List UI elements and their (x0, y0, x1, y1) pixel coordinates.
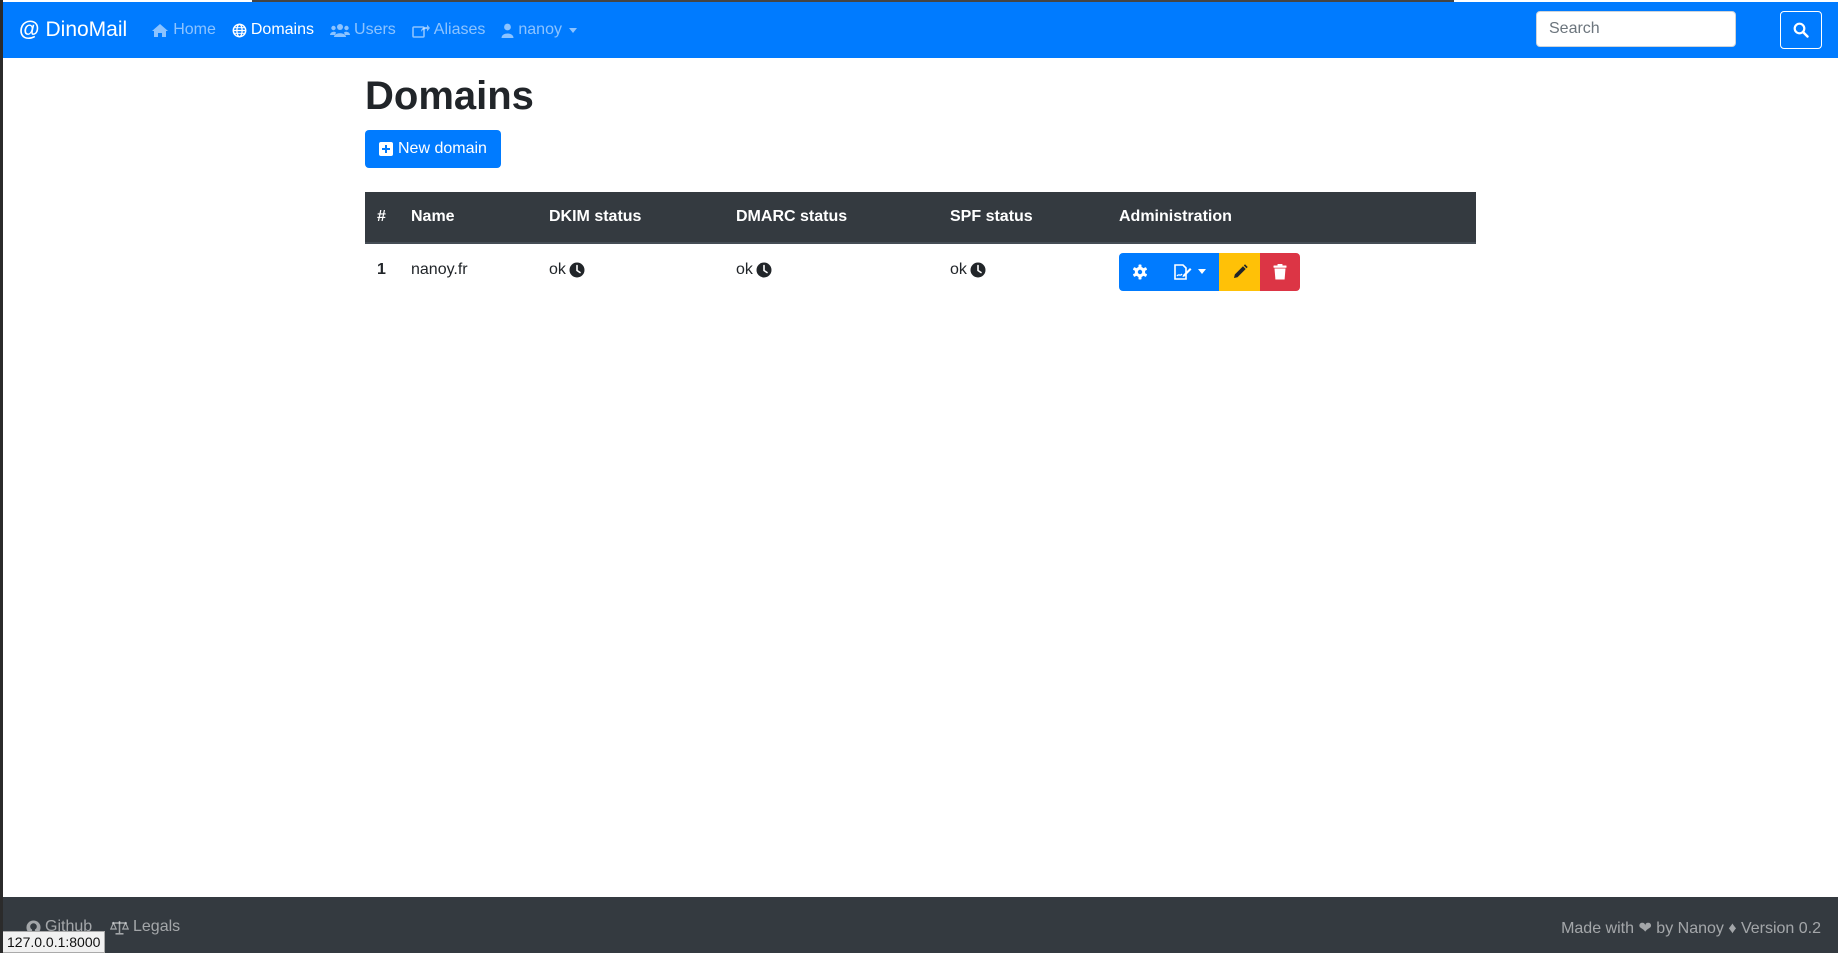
row-number: 1 (377, 261, 386, 278)
nav-user-label: nanoy (518, 21, 562, 38)
spf-status-cell: ok (938, 243, 1107, 296)
clock-icon[interactable] (569, 262, 585, 278)
nav-home-label: Home (173, 21, 216, 38)
spf-status-text: ok (950, 261, 967, 278)
dkim-status-cell: ok (537, 243, 724, 296)
new-domain-label: New domain (398, 140, 487, 157)
spf-status: ok (950, 261, 986, 279)
globe-icon (232, 23, 247, 37)
header-number: # (365, 192, 399, 244)
chevron-down-icon (1197, 269, 1206, 274)
header-administration: Administration (1107, 192, 1476, 244)
nav-domains-label: Domains (250, 21, 315, 38)
dmarc-status-text: ok (736, 261, 753, 278)
domains-table: # Name DKIM status DMARC status SPF stat… (365, 192, 1476, 296)
search-input[interactable] (1536, 11, 1736, 47)
admin-button-group (1119, 252, 1300, 291)
nav-home[interactable]: Home (151, 21, 216, 39)
brand-name: DinoMail (45, 18, 128, 41)
administration-cell (1107, 243, 1476, 296)
delete-button[interactable] (1260, 252, 1300, 291)
brand-link[interactable]: @ DinoMail (19, 18, 127, 42)
legals-label: Legals (133, 918, 181, 935)
page-title: Domains (365, 74, 534, 118)
new-domain-button[interactable]: New domain (365, 130, 501, 168)
dkim-status-text: ok (549, 261, 566, 278)
table-row: 1 nanoy.fr ok ok ok (365, 243, 1476, 296)
top-navbar: @ DinoMail Home Domains Users Aliases na… (3, 2, 1838, 58)
gear-icon (1132, 264, 1147, 279)
legals-link[interactable]: Legals (110, 918, 180, 936)
home-icon (152, 23, 169, 37)
clock-icon[interactable] (970, 262, 986, 278)
trash-icon (1273, 263, 1287, 279)
header-name: Name (399, 192, 537, 244)
dmarc-status-cell: ok (724, 243, 938, 296)
at-icon: @ (19, 18, 40, 41)
share-icon (411, 24, 430, 38)
file-signature-icon (1173, 263, 1191, 280)
records-dropdown-button[interactable] (1160, 252, 1219, 291)
plus-square-icon (379, 142, 393, 156)
main-nav: Home Domains Users Aliases nanoy (151, 21, 593, 39)
footer: Github Legals Made with ❤ by Nanoy ♦ Ver… (3, 897, 1838, 953)
status-bar-url: 127.0.0.1:8000 (3, 931, 106, 953)
header-spf: SPF status (938, 192, 1107, 244)
dmarc-status: ok (736, 261, 772, 279)
nav-users[interactable]: Users (330, 21, 396, 39)
header-dkim: DKIM status (537, 192, 724, 244)
nav-users-label: Users (354, 21, 396, 38)
dkim-status: ok (549, 261, 585, 279)
window-left-border (0, 0, 3, 953)
nav-user-dropdown[interactable]: nanoy (501, 21, 577, 39)
clock-icon[interactable] (756, 262, 772, 278)
search-icon (1793, 22, 1809, 38)
nav-aliases[interactable]: Aliases (411, 21, 486, 39)
edit-button[interactable] (1219, 252, 1260, 291)
search-button[interactable] (1780, 11, 1822, 49)
balance-scale-icon (110, 920, 129, 935)
table-header: # Name DKIM status DMARC status SPF stat… (365, 192, 1476, 244)
nav-aliases-label: Aliases (433, 21, 486, 38)
pencil-icon (1233, 263, 1248, 278)
users-icon (330, 24, 351, 37)
header-dmarc: DMARC status (724, 192, 938, 244)
settings-button[interactable] (1119, 252, 1160, 291)
nav-domains[interactable]: Domains (232, 21, 314, 39)
chevron-down-icon (568, 27, 577, 33)
user-icon (501, 23, 514, 38)
footer-credit: Made with ❤ by Nanoy ♦ Version 0.2 (1561, 920, 1821, 937)
domain-name: nanoy.fr (411, 261, 468, 278)
